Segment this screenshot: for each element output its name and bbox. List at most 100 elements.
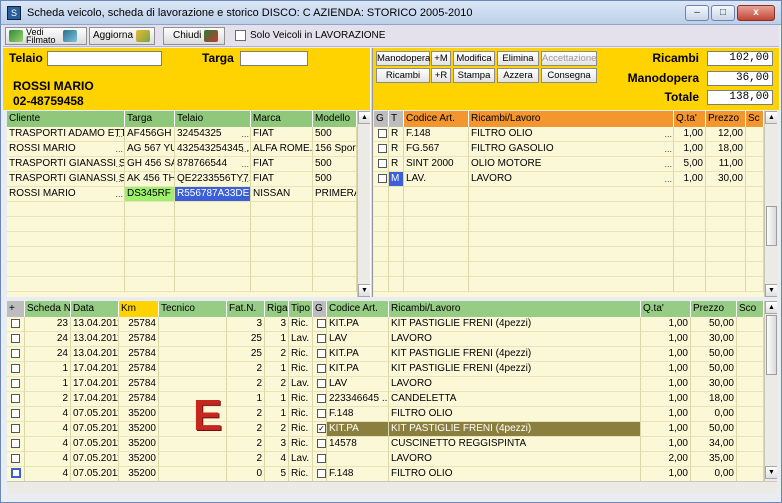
table-row[interactable]: TRASPORTI ADAMO ETTO...AF456GH32454325FI… (7, 127, 357, 142)
table-row[interactable]: 1 17.04.2011 25784 2 1 Ric. KIT.PA KIT PASTIGLI… (7, 362, 764, 377)
table-cell[interactable] (374, 157, 389, 172)
close-button[interactable]: x (737, 5, 775, 21)
table-row[interactable] (7, 217, 357, 232)
table-row[interactable]: 4 07.05.2011 35200 0 5 Ric. F.148 FILTRO OLIO 1,… (7, 467, 764, 482)
table-cell[interactable] (7, 467, 25, 482)
column-header-5[interactable]: Prezzo (706, 111, 746, 127)
history-hscrollbar[interactable] (7, 481, 777, 493)
table-cell[interactable] (313, 437, 327, 452)
table-cell[interactable] (374, 142, 389, 157)
table-row[interactable] (7, 202, 357, 217)
table-cell[interactable] (374, 202, 389, 217)
table-cell[interactable] (313, 347, 327, 362)
table-row[interactable] (374, 277, 764, 292)
column-header-7[interactable]: Tipo (289, 301, 313, 317)
ricambi-button[interactable]: Ricambi (376, 68, 430, 83)
column-header-6[interactable]: Riga (265, 301, 289, 317)
table-row[interactable] (374, 262, 764, 277)
g-checkbox[interactable] (317, 348, 326, 358)
g-checkbox[interactable] (317, 363, 326, 373)
table-row[interactable]: ROSSI MARIOAG 567 YU432543254345 ...ALFA… (7, 142, 357, 157)
manodopera-button[interactable]: Manodopera (376, 51, 430, 66)
row-checkbox[interactable] (11, 363, 20, 373)
table-cell[interactable] (313, 332, 327, 347)
table-cell[interactable] (7, 437, 25, 452)
table-row[interactable] (7, 232, 357, 247)
g-checkbox[interactable] (317, 408, 326, 418)
column-header-10[interactable]: Ricambi/Lavoro (389, 301, 641, 317)
column-header-2[interactable]: Telaio (175, 111, 251, 127)
column-header-1[interactable]: Scheda N. (25, 301, 71, 317)
g-checkbox[interactable] (378, 173, 387, 183)
vehicles-scrollbar[interactable]: ▲ ▼ (357, 111, 370, 297)
telaio-input[interactable] (47, 51, 162, 66)
table-cell[interactable] (313, 362, 327, 377)
scroll-up-icon[interactable]: ▲ (765, 301, 777, 314)
column-header-3[interactable]: Marca (251, 111, 313, 127)
elimina-button[interactable]: Elimina (497, 51, 539, 66)
table-row[interactable]: 4 07.05.2011 35200 2 2 Ric. ✓ KIT.PA KIT PASTIGL… (7, 422, 764, 437)
scroll-down-icon[interactable]: ▼ (765, 466, 777, 479)
g-checkbox[interactable] (317, 438, 326, 448)
scroll-down-icon[interactable]: ▼ (358, 284, 370, 297)
minimize-button[interactable]: – (685, 5, 709, 21)
table-row[interactable] (7, 277, 357, 292)
table-row[interactable]: 2 17.04.2011 25784 1 1 Ric. 223346645 ... CANDE… (7, 392, 764, 407)
add-manodopera-button[interactable]: +M (431, 51, 451, 66)
table-cell[interactable] (7, 377, 25, 392)
history-scrollbar[interactable]: ▲ ▼ (764, 301, 777, 481)
scroll-up-icon[interactable]: ▲ (358, 111, 370, 124)
table-cell[interactable] (374, 217, 389, 232)
column-header-12[interactable]: Prezzo (691, 301, 737, 317)
column-header-11[interactable]: Q.ta' (641, 301, 691, 317)
column-header-0[interactable]: Cliente (7, 111, 125, 127)
table-row[interactable]: RSINT 2000OLIO MOTORE5,0011,00 (374, 157, 764, 172)
table-cell[interactable] (374, 247, 389, 262)
g-checkbox[interactable] (378, 143, 387, 153)
column-header-4[interactable]: Tecnico (159, 301, 227, 317)
column-header-8[interactable]: G (313, 301, 327, 317)
table-cell[interactable] (374, 262, 389, 277)
column-header-0[interactable]: + (7, 301, 25, 317)
table-cell[interactable] (374, 172, 389, 187)
column-header-6[interactable]: Sc (746, 111, 764, 127)
table-row[interactable]: 4 07.05.2011 35200 2 1 Ric. F.148 FILTRO OLIO 1,… (7, 407, 764, 422)
table-row[interactable]: 24 13.04.2011 25784 25 1 Lav. LAV LAVORO 1,00 30,… (7, 332, 764, 347)
row-checkbox[interactable] (11, 333, 20, 343)
table-cell[interactable] (313, 452, 327, 467)
solo-veicoli-checkbox[interactable] (235, 30, 246, 41)
table-row[interactable]: RF.148FILTRO OLIO1,0012,00 (374, 127, 764, 142)
consegna-button[interactable]: Consegna (541, 68, 597, 83)
column-header-3[interactable]: Ricambi/Lavoro (469, 111, 674, 127)
chiudi-button[interactable]: Chiudi (163, 26, 225, 45)
panel-divider[interactable] (370, 48, 373, 297)
table-cell[interactable] (7, 422, 25, 437)
g-checkbox[interactable] (317, 318, 326, 328)
table-row[interactable]: TRASPORTI GIANASSI SR...GH 456 SA8787665… (7, 157, 357, 172)
table-row[interactable]: TRASPORTI GIANASSI SR...AK 456 THQE22335… (7, 172, 357, 187)
g-checkbox[interactable] (317, 468, 326, 478)
table-cell[interactable] (7, 347, 25, 362)
g-checkbox[interactable] (317, 333, 326, 343)
scroll-thumb[interactable] (766, 206, 777, 246)
table-row[interactable] (374, 202, 764, 217)
vedi-filmato-button[interactable]: Vedi Filmato (5, 26, 87, 45)
table-row[interactable]: MLAV.LAVORO1,0030,00 (374, 172, 764, 187)
g-checkbox[interactable]: ✓ (317, 423, 326, 433)
g-checkbox[interactable] (317, 393, 326, 403)
table-row[interactable]: RFG.567FILTRO GASOLIO1,0018,00 (374, 142, 764, 157)
stampa-button[interactable]: Stampa (453, 68, 495, 83)
table-cell[interactable] (374, 232, 389, 247)
column-header-3[interactable]: Km (119, 301, 159, 317)
table-row[interactable] (374, 187, 764, 202)
table-cell[interactable] (7, 392, 25, 407)
table-cell[interactable] (313, 392, 327, 407)
table-cell[interactable] (7, 362, 25, 377)
table-row[interactable]: 4 07.05.2011 35200 2 3 Ric. 14578 CUSCINETTO RE… (7, 437, 764, 452)
column-header-4[interactable]: Q.ta' (674, 111, 706, 127)
aggiorna-button[interactable]: Aggiorna (89, 26, 155, 45)
work-lines-scrollbar[interactable]: ▲ ▼ (764, 111, 777, 297)
table-cell[interactable] (374, 277, 389, 292)
table-cell[interactable] (7, 407, 25, 422)
row-checkbox[interactable] (11, 423, 20, 433)
